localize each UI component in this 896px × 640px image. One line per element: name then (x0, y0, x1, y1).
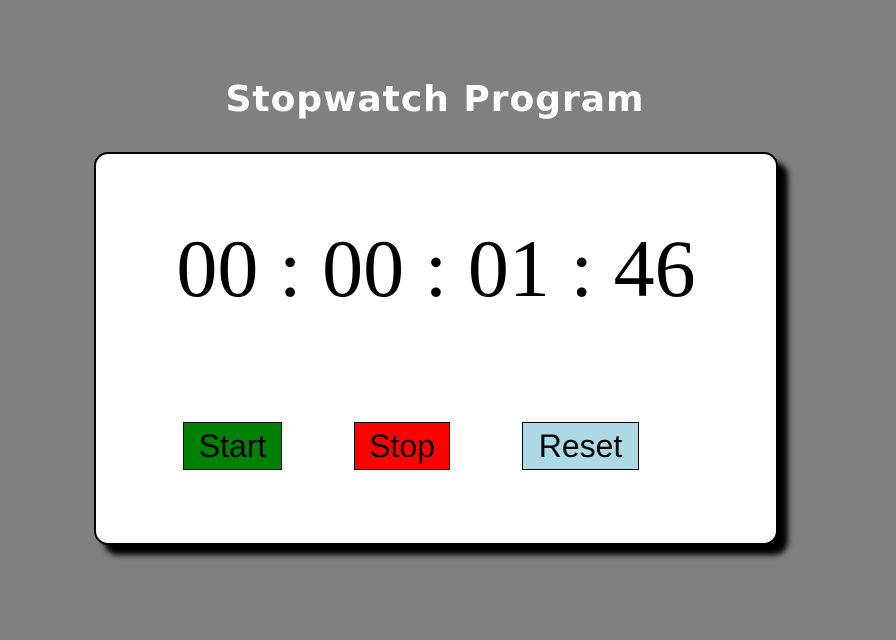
start-button[interactable]: Start (183, 422, 282, 470)
time-display: 00 : 00 : 01 : 46 (176, 223, 696, 314)
page-title: Stopwatch Program (225, 79, 645, 120)
stop-button[interactable]: Stop (354, 422, 450, 470)
reset-button[interactable]: Reset (522, 422, 639, 470)
stopwatch-card: 00 : 00 : 01 : 46 Start Stop Reset (94, 152, 778, 545)
